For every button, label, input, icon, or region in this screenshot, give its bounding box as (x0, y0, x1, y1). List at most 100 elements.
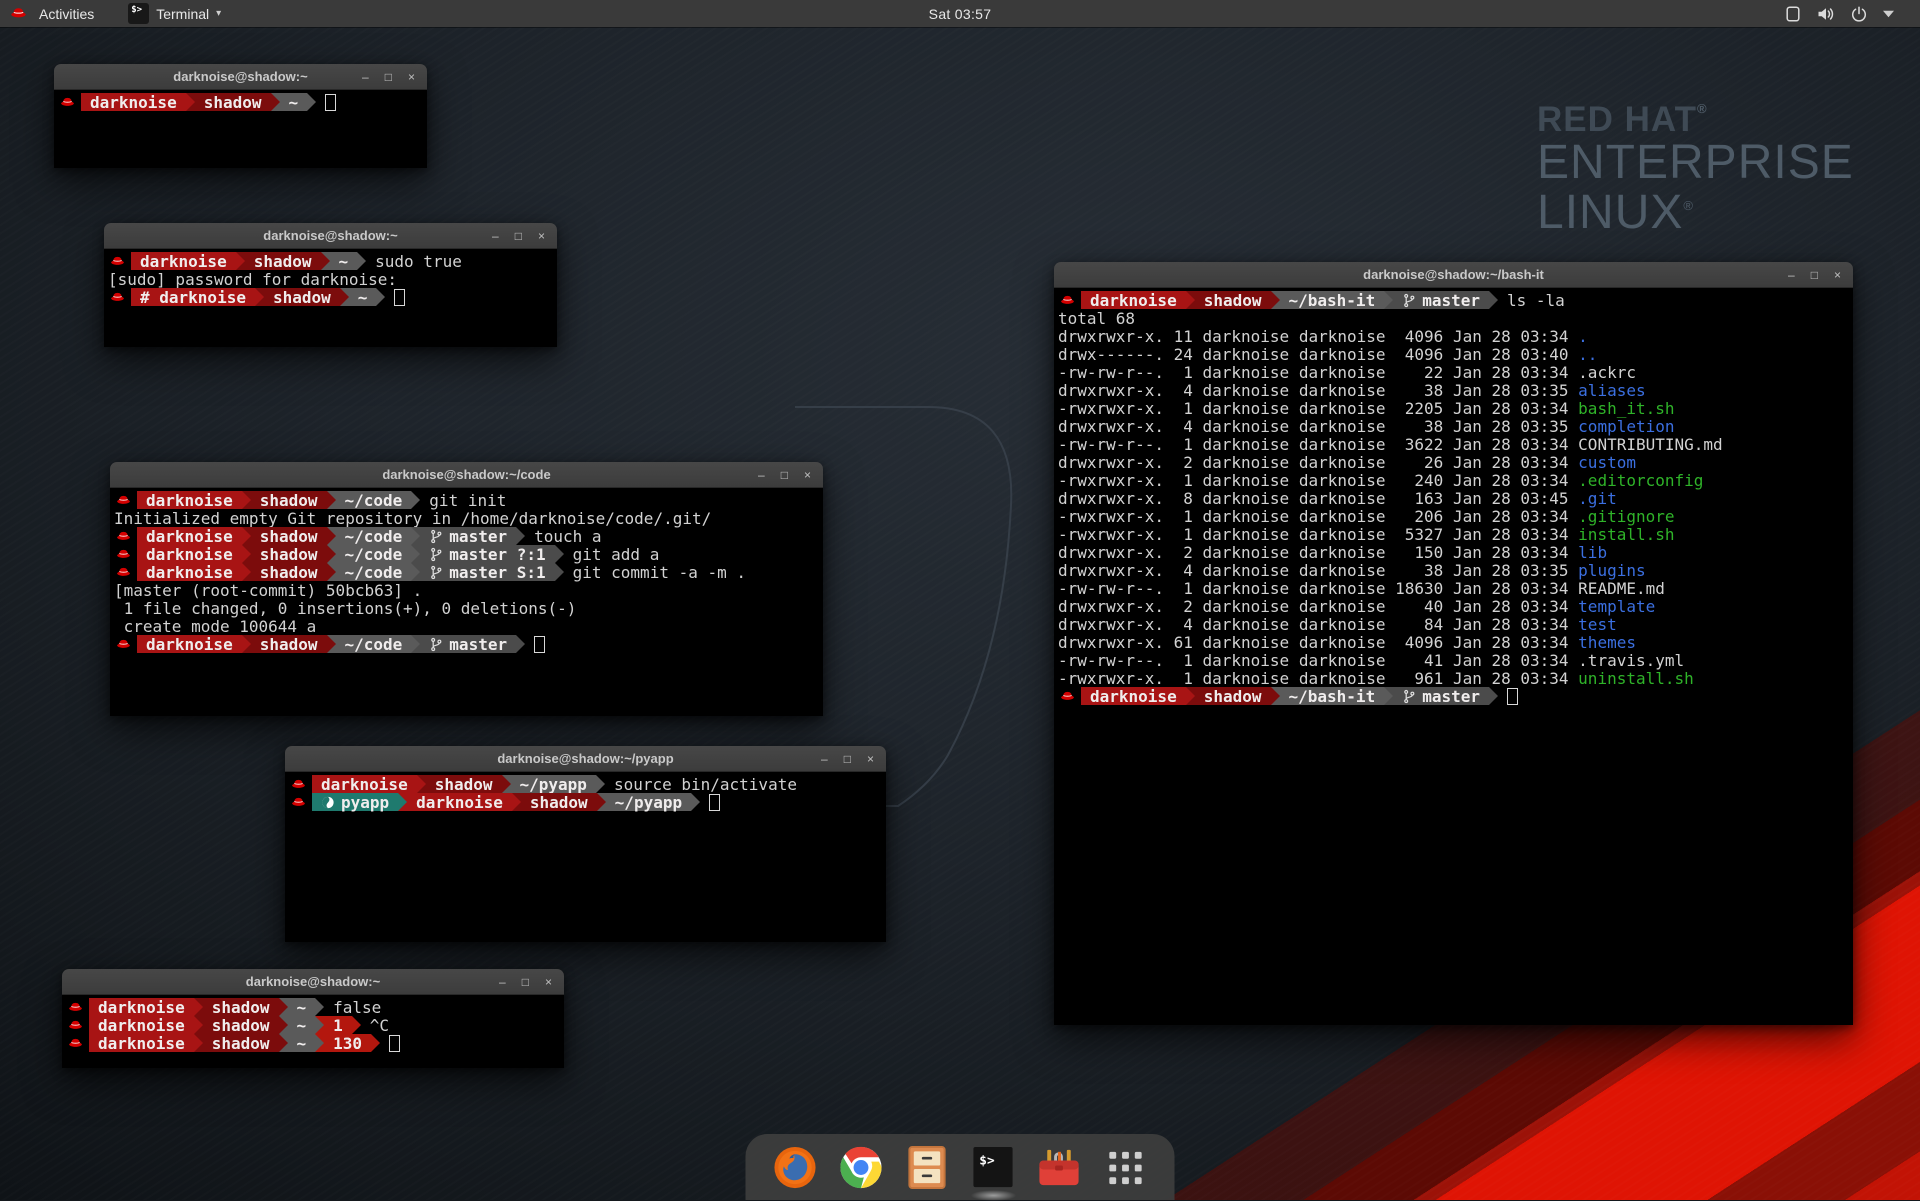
output-text: -rwxrwxr-x. 1 darknoise darknoise 240 Ja… (1058, 471, 1578, 490)
prompt-separator-icon (1186, 291, 1195, 309)
window-titlebar[interactable]: darknoise@shadow:~/code–□× (110, 462, 823, 488)
prompt-separator-icon (691, 793, 700, 811)
clock[interactable]: Sat 03:57 (929, 0, 992, 27)
prompt-separator-icon (186, 93, 195, 111)
dock-item-toolbox[interactable] (1036, 1144, 1083, 1191)
prompt-segment: shadow (251, 545, 327, 563)
window-maximize-button[interactable]: □ (1811, 269, 1818, 281)
prompt-separator-icon (516, 527, 525, 545)
file-name: lib (1578, 543, 1607, 562)
command-text: git commit -a -m . (573, 563, 746, 582)
window-titlebar[interactable]: darknoise@shadow:~–□× (54, 64, 427, 90)
prompt-segment: shadow (195, 93, 271, 111)
terminal-window-t4[interactable]: darknoise@shadow:~/pyapp–□×darknoiseshad… (285, 746, 886, 942)
prompt-separator-icon (555, 563, 564, 581)
window-minimize-button[interactable]: – (499, 976, 506, 988)
app-menu[interactable]: $> Terminal ▾ (128, 3, 221, 24)
prompt-segment: ~/code (336, 527, 412, 545)
terminal-window-t1[interactable]: darknoise@shadow:~–□×darknoiseshadow~ (54, 64, 427, 168)
prompt-segment: shadow (245, 252, 321, 270)
prompt-separator-icon (307, 93, 316, 111)
output-text: drwxrwxr-x. 2 darknoise darknoise 40 Jan… (1058, 597, 1578, 616)
redhat-icon (116, 637, 131, 652)
terminal-line: -rw-rw-r--. 1 darknoise darknoise 22 Jan… (1058, 363, 1853, 381)
prompt-segment: ~/code (336, 635, 412, 653)
redhat-icon (291, 777, 306, 792)
activities-button[interactable]: Activities (35, 6, 98, 22)
window-minimize-button[interactable]: – (362, 71, 369, 83)
dock-item-chrome[interactable] (838, 1144, 885, 1191)
system-status-area[interactable] (1784, 6, 1920, 22)
prompt-segment: shadow (203, 998, 279, 1016)
terminal-line: total 68 (1058, 309, 1853, 327)
window-maximize-button[interactable]: □ (781, 469, 788, 481)
terminal-window-t3[interactable]: darknoise@shadow:~/code–□×darknoiseshado… (110, 462, 823, 716)
redhat-icon (1060, 689, 1075, 704)
window-titlebar[interactable]: darknoise@shadow:~/pyapp–□× (285, 746, 886, 772)
redhat-icon (110, 290, 125, 305)
power-icon[interactable] (1850, 6, 1868, 22)
window-close-button[interactable]: × (867, 753, 874, 765)
terminal-cursor (389, 1035, 400, 1052)
terminal-screen[interactable]: darknoiseshadow~/codegit initInitialized… (110, 488, 823, 716)
window-buttons: – □ × (758, 462, 811, 487)
terminal-screen[interactable]: darknoiseshadow~sudo true[sudo] password… (104, 249, 557, 347)
prompt-segment: ~ (280, 93, 308, 111)
window-minimize-button[interactable]: – (1788, 269, 1795, 281)
window-titlebar[interactable]: darknoise@shadow:~/bash-it–□× (1054, 262, 1853, 288)
terminal-window-t5[interactable]: darknoise@shadow:~–□×darknoiseshadow~fal… (62, 969, 564, 1068)
window-close-button[interactable]: × (538, 230, 545, 242)
file-name: . (1578, 327, 1588, 346)
prompt-separator-icon (242, 491, 251, 509)
terminal-screen[interactable]: darknoiseshadow~ (54, 90, 427, 168)
window-minimize-button[interactable]: – (821, 753, 828, 765)
terminal-screen[interactable]: darknoiseshadow~/pyappsource bin/activat… (285, 772, 886, 942)
prompt-segment: master (1393, 291, 1489, 309)
window-titlebar[interactable]: darknoise@shadow:~–□× (62, 969, 564, 995)
prompt-separator-icon (376, 288, 385, 306)
window-maximize-button[interactable]: □ (522, 976, 529, 988)
prompt-segment: shadow (251, 635, 327, 653)
window-maximize-button[interactable]: □ (844, 753, 851, 765)
output-text: -rwxrwxr-x. 1 darknoise darknoise 2205 J… (1058, 399, 1578, 418)
window-close-button[interactable]: × (545, 976, 552, 988)
volume-icon[interactable] (1817, 6, 1835, 22)
terminal-cursor (394, 289, 405, 306)
dock-item-terminal[interactable]: $> (970, 1144, 1017, 1191)
dock-item-files[interactable] (904, 1144, 951, 1191)
window-maximize-button[interactable]: □ (515, 230, 522, 242)
prompt-segment: ~/pyapp (511, 775, 596, 793)
prompt-separator-icon (242, 563, 251, 581)
battery-icon[interactable] (1784, 6, 1802, 22)
window-minimize-button[interactable]: – (758, 469, 765, 481)
window-maximize-button[interactable]: □ (385, 71, 392, 83)
prompt-separator-icon (194, 1034, 203, 1052)
prompt-separator-icon (512, 793, 521, 811)
terminal-window-t2[interactable]: darknoise@shadow:~–□×darknoiseshadow~sud… (104, 223, 557, 347)
terminal-screen[interactable]: darknoiseshadow~/bash-itmasterls -latota… (1054, 288, 1853, 1025)
redhat-icon (116, 547, 131, 562)
terminal-screen[interactable]: darknoiseshadow~falsedarknoiseshadow~1^C… (62, 995, 564, 1068)
redhat-icon (291, 795, 306, 810)
window-titlebar[interactable]: darknoise@shadow:~–□× (104, 223, 557, 249)
prompt-segment: master (420, 527, 516, 545)
terminal-line: darknoiseshadow~/codemaster ?:1git add a (114, 545, 823, 563)
window-close-button[interactable]: × (1834, 269, 1841, 281)
terminal-window-t6[interactable]: darknoise@shadow:~/bash-it–□×darknoisesh… (1054, 262, 1853, 1025)
chevron-down-icon[interactable] (1883, 6, 1894, 22)
window-buttons: – □ × (1788, 262, 1841, 287)
window-close-button[interactable]: × (408, 71, 415, 83)
rhel-logo-brand: RED HAT® (1537, 102, 1854, 138)
prompt-separator-icon (1489, 291, 1498, 309)
dock-item-app-grid[interactable] (1102, 1144, 1149, 1191)
window-minimize-button[interactable]: – (492, 230, 499, 242)
terminal-line: drwxrwxr-x. 2 darknoise darknoise 150 Ja… (1058, 543, 1853, 561)
prompt-segment: master (1393, 687, 1489, 705)
branch-icon (429, 637, 443, 652)
output-text: [master (root-commit) 50bcb63] . (114, 581, 422, 600)
prompt-segment: darknoise (1081, 291, 1186, 309)
dock-item-firefox[interactable] (772, 1144, 819, 1191)
terminal-line: darknoiseshadow~/bash-itmaster (1058, 687, 1853, 705)
window-close-button[interactable]: × (804, 469, 811, 481)
terminal-line: [sudo] password for darknoise: (108, 270, 557, 288)
